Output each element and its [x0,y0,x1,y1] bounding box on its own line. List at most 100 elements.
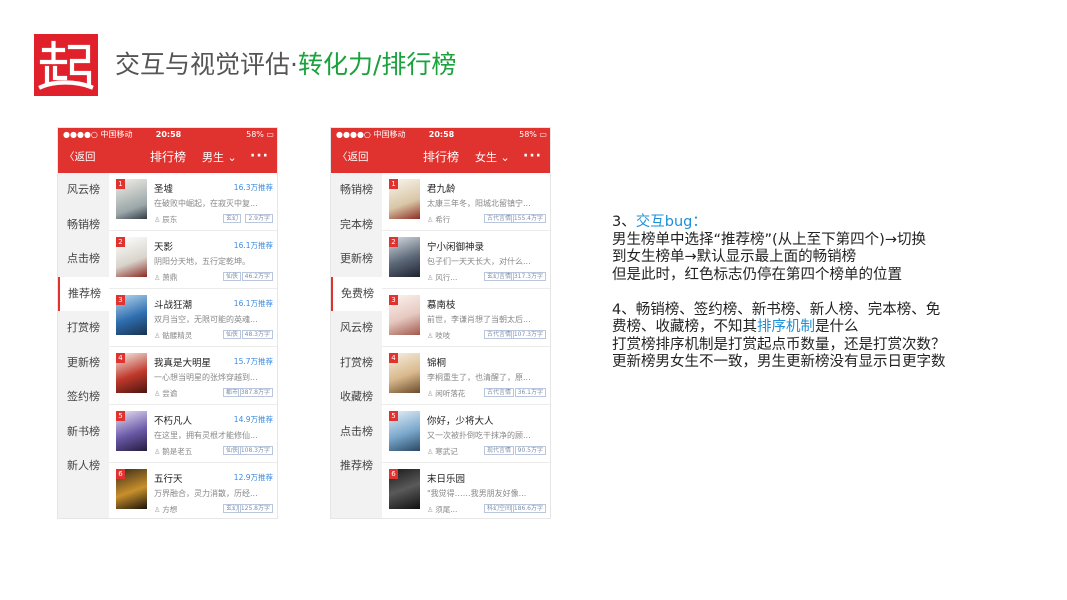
rank-category-sidebar: 风云榜 畅销榜 点击榜 推荐榜 打赏榜 更新榜 签约榜 新书榜 新人榜 [58,173,109,518]
word-count-tag: 317.3万字 [510,272,546,281]
list-item[interactable]: 3 慕南枝 前世，李谦肖想了当朝太后... ♙ 吱吱 古代言情 107.3万字 [382,289,550,347]
recommend-count: 16.1万推荐 [233,299,273,308]
note-4-line: 更新榜男女生不一致，男生更新榜没有显示日更字数 [612,354,946,370]
book-cover: 3 [116,295,147,335]
author-icon: ♙ [427,390,434,398]
gender-switch-dropdown[interactable]: 女生 ⌄ [475,142,510,173]
status-bar: ●●●●○ 中国移动 20:58 58% ▭ [58,128,277,142]
book-title: 不朽凡人 [154,416,193,427]
book-title: 慕南枝 [427,300,456,311]
sidebar-item[interactable]: 更新榜 [58,346,109,380]
sidebar-item-active[interactable]: 免费榜 [331,276,382,311]
author-icon: ♙ [154,216,161,224]
list-item[interactable]: 1 圣墟 16.3万推荐 在破败中崛起，在寂灭中复... ♙ 辰东 玄幻 2.9万… [109,173,277,231]
book-cover: 3 [389,295,420,335]
book-cover: 4 [389,353,420,393]
sidebar-item[interactable]: 点击榜 [331,415,382,449]
rank-badge: 4 [389,353,398,363]
list-item[interactable]: 6 五行天 12.9万推荐 万界融合，灵力消散，历经... ♙ 方想 玄幻 125… [109,463,277,518]
author-icon: ♙ [427,448,434,456]
sidebar-item[interactable]: 打赏榜 [58,311,109,345]
book-cover: 5 [389,411,420,451]
word-count-tag: 36.1万字 [514,388,546,397]
note-4-line: 费榜、收藏榜，不知其排序机制是什么 [612,319,859,335]
author-icon: ♙ [154,274,161,282]
book-desc: 包子们一天天长大，对什么... [427,257,531,266]
book-author: ♙ 须尾... [427,505,458,514]
author-icon: ♙ [427,274,434,282]
list-item[interactable]: 5 你好，少将大人 又一次被扑倒吃干抹净的顾... ♙ 寒武记 现代言情 90.5… [382,405,550,463]
qidian-logo-icon [34,34,98,96]
book-author: ♙ 鹅是老五 [154,447,193,456]
sidebar-item[interactable]: 更新榜 [331,242,382,276]
battery-label: 58% ▭ [246,130,274,139]
book-author: ♙ 尝谕 [154,389,178,398]
sidebar-item[interactable]: 新人榜 [58,449,109,483]
sidebar-item[interactable]: 风云榜 [58,173,109,207]
book-title: 锦桐 [427,358,447,369]
recommend-count: 12.9万推荐 [233,473,273,482]
gender-switch-dropdown[interactable]: 男生 ⌄ [202,142,237,173]
note-4-highlight: 排序机制 [757,319,815,335]
note-3-line: 男生榜单中选择“推荐榜”(从上至下第四个)→切换 [612,231,926,248]
nav-title: 排行榜 [150,150,187,164]
book-author: ♙ 风行... [427,273,458,282]
list-item[interactable]: 1 君九龄 太康三年冬，阳城北留镇宁... ♙ 希行 古代言情 155.4万字 [382,173,550,231]
book-title: 宁小闲御神录 [427,242,485,253]
clock-label: 20:58 [155,130,182,139]
genre-tag: 玄幻 [222,214,241,223]
book-list: 1 君九龄 太康三年冬，阳城北留镇宁... ♙ 希行 古代言情 155.4万字 2… [382,173,550,518]
book-cover: 6 [116,469,147,509]
book-desc: "我觉得……我男朋友好像... [427,489,527,498]
book-desc: 李桐重生了，也清醒了，原... [427,373,531,382]
sidebar-item[interactable]: 畅销榜 [58,208,109,242]
more-icon[interactable]: ··· [250,142,269,171]
book-author: ♙ 希行 [427,215,451,224]
book-cover: 2 [116,237,147,277]
note-3-label: 交互bug： [635,214,707,230]
note-4-line: 打赏榜排序机制是打赏起点币数量，还是打赏次数？ [612,336,946,353]
sidebar-item[interactable]: 收藏榜 [331,380,382,414]
sidebar-item[interactable]: 风云榜 [331,311,382,345]
list-item[interactable]: 6 末日乐园 "我觉得……我男朋友好像... ♙ 须尾... 科幻空间 186.6… [382,463,550,518]
book-desc: 在这里，拥有灵根才能修仙... [154,431,258,440]
rank-badge: 5 [116,411,125,421]
back-button[interactable]: 〈返回 [64,142,96,173]
sidebar-item[interactable]: 推荐榜 [331,449,382,483]
list-item[interactable]: 2 宁小闲御神录 包子们一天天长大，对什么... ♙ 风行... 玄幻言情 317… [382,231,550,289]
book-title: 天影 [154,242,174,253]
genre-tag: 仙侠 [222,272,241,281]
word-count-tag: 387.8万字 [237,388,273,397]
rank-badge: 6 [389,469,398,479]
rank-badge: 2 [389,237,398,247]
word-count-tag: 125.8万字 [237,504,273,513]
list-item[interactable]: 2 天影 16.1万推荐 阴阳分天地，五行定乾坤。 ♙ 萧鼎 仙侠 46.2万字 [109,231,277,289]
book-desc: 阴阳分天地，五行定乾坤。 [154,257,250,266]
nav-bar: 〈返回 排行榜 男生 ⌄ ··· [58,142,277,173]
more-icon[interactable]: ··· [523,142,542,171]
sidebar-item[interactable]: 新书榜 [58,415,109,449]
word-count-tag: 90.5万字 [514,446,546,455]
genre-tag: 科幻空间 [483,504,514,513]
back-button[interactable]: 〈返回 [337,142,369,173]
list-item[interactable]: 4 锦桐 李桐重生了，也清醒了，原... ♙ 闲听落花 古代言情 36.1万字 [382,347,550,405]
sidebar-item[interactable]: 点击榜 [58,242,109,276]
word-count-tag: 107.3万字 [510,330,546,339]
sidebar-item[interactable]: 畅销榜 [331,173,382,207]
sidebar-item[interactable]: 完本榜 [331,208,382,242]
author-icon: ♙ [154,506,161,514]
book-title: 我真是大明星 [154,358,212,369]
list-item[interactable]: 5 不朽凡人 14.9万推荐 在这里，拥有灵根才能修仙... ♙ 鹅是老五 仙侠 … [109,405,277,463]
book-cover: 5 [116,411,147,451]
sidebar-item-active[interactable]: 推荐榜 [58,276,109,311]
evaluation-notes: 3、交互bug： 男生榜单中选择“推荐榜”(从上至下第四个)→切换 到女生榜单→… [612,214,1032,372]
list-item[interactable]: 3 斗战狂潮 16.1万推荐 双月当空，无限可能的英魂... ♙ 骷髅精灵 仙侠 … [109,289,277,347]
rank-badge: 3 [389,295,398,305]
genre-tag: 古代言情 [483,388,514,397]
genre-tag: 玄幻言情 [483,272,514,281]
rank-badge: 1 [116,179,125,189]
list-item[interactable]: 4 我真是大明星 15.7万推荐 一心想当明星的张烨穿越到... ♙ 尝谕 都市 … [109,347,277,405]
sidebar-item[interactable]: 打赏榜 [331,346,382,380]
book-cover: 1 [116,179,147,219]
sidebar-item[interactable]: 签约榜 [58,380,109,414]
